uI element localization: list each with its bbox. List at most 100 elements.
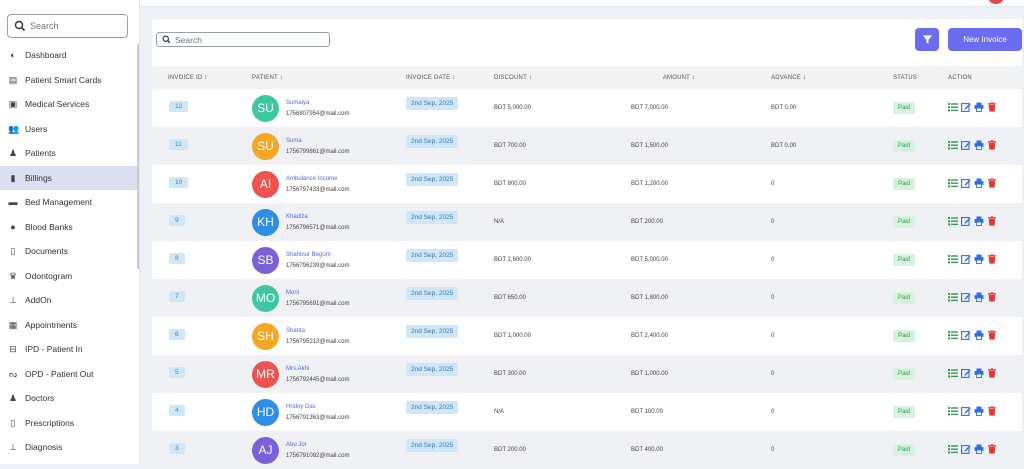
view-items-icon[interactable] <box>948 406 958 418</box>
patient-name-link[interactable]: Shanta <box>286 328 349 334</box>
sidebar-item-label: Billings <box>25 172 52 183</box>
column-header[interactable]: ADVANCE ↕ <box>763 66 885 89</box>
invoice-id-badge[interactable]: 8 <box>169 253 185 264</box>
sidebar-item-patients[interactable]: ♟ Patients <box>0 141 137 166</box>
sidebar-item-bed-management[interactable]: ▬ Bed Management <box>0 190 137 215</box>
sidebar-item-dashboard[interactable]: ◐ Dashboard <box>0 43 137 68</box>
sidebar-item-diagnosis[interactable]: ⊥ Diagnosis <box>0 435 137 460</box>
avatar: SU <box>252 132 279 160</box>
sidebar-item-billings[interactable]: ▮ Billings <box>0 165 137 190</box>
delete-icon[interactable] <box>987 444 997 456</box>
print-icon[interactable] <box>974 254 984 266</box>
patient-name-link[interactable]: Abu Jor <box>286 442 349 448</box>
patient-name-link[interactable]: Shahinur Begum <box>286 252 349 258</box>
view-items-icon[interactable] <box>948 444 958 456</box>
edit-icon[interactable] <box>961 368 971 380</box>
column-header[interactable]: PATIENT ↕ <box>238 66 392 89</box>
print-icon[interactable] <box>974 216 984 228</box>
sidebar-item-blood-banks[interactable]: ● Blood Banks <box>0 215 137 240</box>
view-items-icon[interactable] <box>948 292 958 304</box>
edit-icon[interactable] <box>961 140 971 152</box>
edit-icon[interactable] <box>961 444 971 456</box>
user-avatar[interactable] <box>988 0 1004 4</box>
patient-name-link[interactable]: Hridoy Das <box>286 404 349 410</box>
new-invoice-button[interactable]: New Invoice <box>948 28 1022 51</box>
invoice-id-badge[interactable]: 3 <box>169 443 185 454</box>
sidebar-item-ipd-patient-in[interactable]: ⊟ IPD - Patient In <box>0 337 137 362</box>
edit-icon[interactable] <box>961 292 971 304</box>
print-icon[interactable] <box>974 406 984 418</box>
edit-icon[interactable] <box>961 330 971 342</box>
invoice-id-badge[interactable]: 9 <box>169 215 185 226</box>
edit-icon[interactable] <box>961 406 971 418</box>
column-header[interactable]: AMOUNT ↕ <box>623 66 763 89</box>
print-icon[interactable] <box>974 292 984 304</box>
column-header[interactable]: INVOICE DATE ↕ <box>392 66 486 89</box>
table-search-box[interactable] <box>156 32 330 47</box>
invoice-id-badge[interactable]: 12 <box>169 101 189 112</box>
invoice-id-badge[interactable]: 7 <box>169 291 185 302</box>
sidebar-search-box[interactable] <box>7 14 128 38</box>
view-items-icon[interactable] <box>948 178 958 190</box>
patient-name-link[interactable]: Moni <box>286 290 349 296</box>
sidebar-item-appointments[interactable]: ▦ Appointments <box>0 313 137 338</box>
delete-icon[interactable] <box>987 178 997 190</box>
view-items-icon[interactable] <box>948 216 958 228</box>
view-items-icon[interactable] <box>948 368 958 380</box>
blood-drop-icon: ● <box>10 221 16 232</box>
sidebar-item-addon[interactable]: ⊥ AddOn <box>0 288 137 313</box>
status-badge: Paid <box>893 254 916 266</box>
print-icon[interactable] <box>974 368 984 380</box>
patient-name-link[interactable]: Ambulance Income <box>286 176 349 182</box>
invoice-id-badge[interactable]: 6 <box>169 329 185 340</box>
invoice-id-badge[interactable]: 5 <box>169 367 185 378</box>
view-items-icon[interactable] <box>948 102 958 114</box>
column-header: ACTION <box>948 74 972 81</box>
delete-icon[interactable] <box>987 216 997 228</box>
edit-icon[interactable] <box>961 254 971 266</box>
invoice-id-badge[interactable]: 4 <box>169 405 185 416</box>
sidebar-item-doctors[interactable]: ♟ Doctors <box>0 386 137 411</box>
print-icon[interactable] <box>974 140 984 152</box>
print-icon[interactable] <box>974 102 984 114</box>
invoice-id-badge[interactable]: 11 <box>169 139 188 150</box>
sidebar-search-input[interactable] <box>30 21 120 31</box>
delete-icon[interactable] <box>987 330 997 342</box>
edit-icon[interactable] <box>961 102 971 114</box>
sidebar-item-prescriptions[interactable]: ▯ Prescriptions <box>0 411 137 436</box>
edit-icon[interactable] <box>961 216 971 228</box>
amount-cell: BDT 5,000.00 <box>631 257 668 263</box>
patient-name-link[interactable]: Mrs.Akhi <box>286 366 349 372</box>
sidebar-item-patient-smart-cards[interactable]: ▤ Patient Smart Cards <box>0 68 137 93</box>
sidebar-item-users[interactable]: 👥 Users <box>0 117 137 142</box>
print-icon[interactable] <box>974 330 984 342</box>
patient-name-link[interactable]: Suma <box>286 138 349 144</box>
patient-name-link[interactable]: Sumaiya <box>286 100 349 106</box>
table-search-input[interactable] <box>175 34 325 45</box>
sidebar-item-medical-services[interactable]: ▣ Medical Services <box>0 92 137 117</box>
discount-cell: BDT 800.00 <box>494 181 526 187</box>
delete-icon[interactable] <box>987 406 997 418</box>
sidebar-item-odontogram[interactable]: ♛ Odontogram <box>0 264 137 289</box>
action-group <box>948 178 1022 190</box>
column-header[interactable]: INVOICE ID ↕ <box>152 66 238 89</box>
delete-icon[interactable] <box>987 292 997 304</box>
view-items-icon[interactable] <box>948 140 958 152</box>
filter-button[interactable] <box>915 28 939 51</box>
invoice-id-badge[interactable]: 10 <box>169 177 189 188</box>
filter-icon <box>922 35 932 44</box>
print-icon[interactable] <box>974 178 984 190</box>
delete-icon[interactable] <box>987 254 997 266</box>
delete-icon[interactable] <box>987 140 997 152</box>
print-icon[interactable] <box>974 444 984 456</box>
view-items-icon[interactable] <box>948 254 958 266</box>
patient-name-link[interactable]: Khadiza <box>286 214 349 220</box>
edit-icon[interactable] <box>961 178 971 190</box>
sidebar-item-opd-patient-out[interactable]: ᔓ OPD - Patient Out <box>0 362 137 387</box>
sidebar-item-documents[interactable]: ▯ Documents <box>0 239 137 264</box>
view-items-icon[interactable] <box>948 330 958 342</box>
action-group <box>948 330 1022 342</box>
delete-icon[interactable] <box>987 102 997 114</box>
delete-icon[interactable] <box>987 368 997 380</box>
column-header[interactable]: DISCOUNT ↕ <box>486 66 623 89</box>
